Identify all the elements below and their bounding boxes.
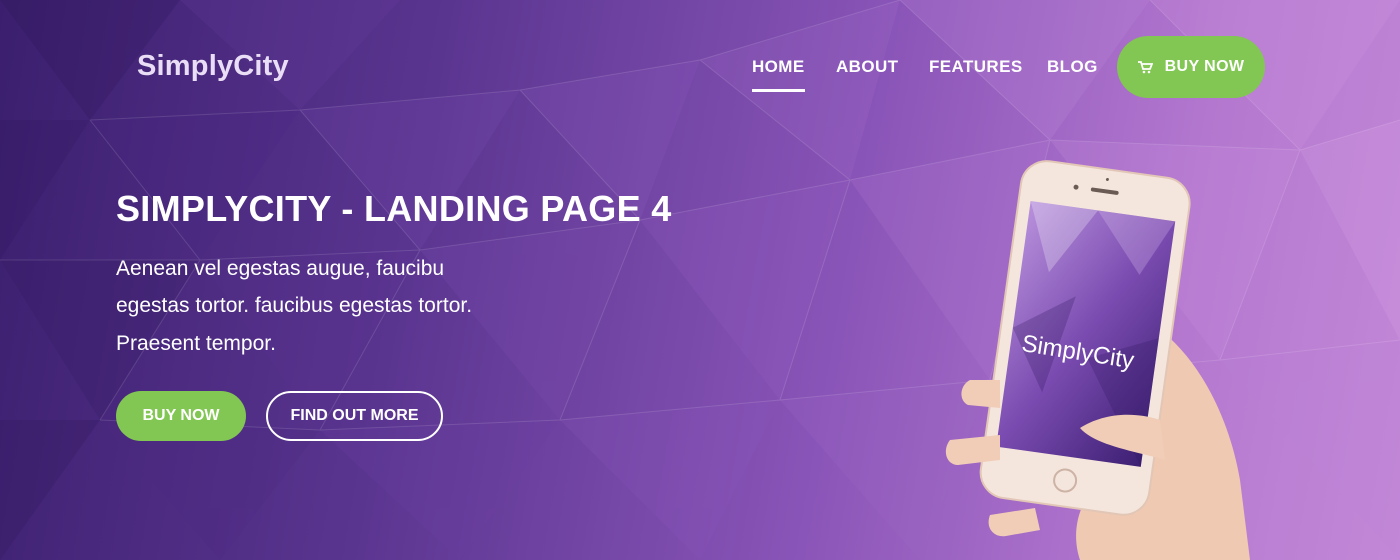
hero-buy-now-button[interactable]: BUY NOW bbox=[116, 391, 246, 441]
nav-about[interactable]: ABOUT bbox=[836, 57, 898, 77]
nav-home[interactable]: HOME bbox=[752, 57, 805, 77]
hero-text-line-2: egestas tortor. faucibus egestas tortor. bbox=[116, 294, 473, 317]
hero-text-line-3: Praesent tempor. bbox=[116, 332, 276, 355]
hero-text-line-1: Aenean vel egestas augue, faucibu bbox=[116, 257, 445, 280]
nav-buy-now-button[interactable]: BUY NOW bbox=[1117, 36, 1265, 98]
nav-features[interactable]: FEATURES bbox=[929, 57, 1023, 77]
nav-active-indicator bbox=[752, 89, 805, 92]
site-logo[interactable]: SimplyCity bbox=[137, 50, 289, 83]
find-out-more-button[interactable]: FIND OUT MORE bbox=[266, 391, 443, 441]
hero-title: SIMPLYCITY - LANDING PAGE 4 bbox=[116, 188, 672, 229]
cart-icon bbox=[1137, 60, 1153, 73]
nav-blog[interactable]: BLOG bbox=[1047, 57, 1098, 77]
nav-buy-now-label: BUY NOW bbox=[1164, 58, 1245, 75]
